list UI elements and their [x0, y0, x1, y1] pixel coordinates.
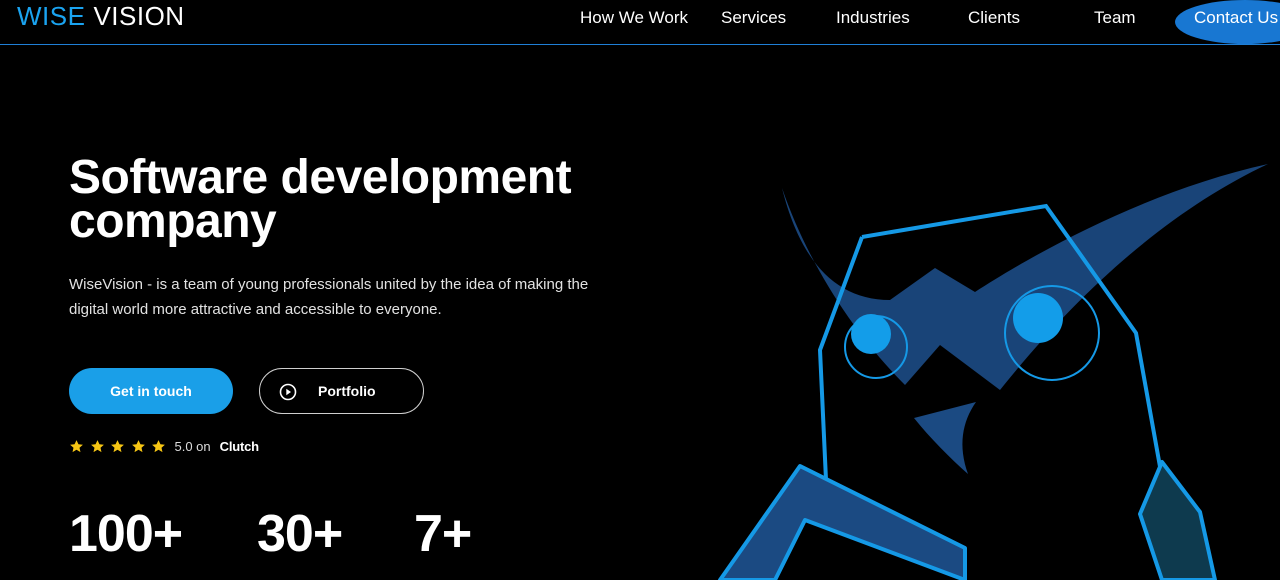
stat-clients: 30+ [257, 505, 343, 563]
hero-title-line1: Software development [69, 151, 572, 204]
stat-years: 7+ [414, 505, 472, 563]
nav-clients[interactable]: Clients [968, 8, 1020, 28]
nav-team[interactable]: Team [1094, 8, 1136, 28]
play-circle-icon [279, 383, 297, 401]
owl-right-eye [1013, 293, 1063, 343]
star-icon [152, 439, 165, 452]
site-header: WISE VISION How We Work Services Industr… [0, 0, 1280, 45]
nav-services[interactable]: Services [721, 8, 786, 28]
hero-subtitle: WiseVision - is a team of young professi… [69, 276, 589, 318]
owl-left-wing [718, 464, 967, 580]
owl-beak [914, 402, 976, 474]
star-icon [90, 439, 104, 452]
star-icon [70, 439, 83, 452]
logo-vision: VISION [93, 0, 185, 31]
clutch-rating: 5.0 on Clutch [69, 437, 259, 455]
contact-us-label: Contact Us [1194, 8, 1279, 27]
owl-left-eye [851, 314, 891, 354]
logo-wise: WISE [17, 0, 86, 31]
get-in-touch-button[interactable]: Get in touch [69, 368, 233, 414]
portfolio-label: Portfolio [318, 383, 376, 399]
clutch-link[interactable]: Clutch [220, 439, 259, 454]
portfolio-button[interactable]: Portfolio [259, 368, 424, 414]
logo[interactable]: WISE VISION [17, 0, 185, 31]
contact-us-button[interactable]: Contact Us [1175, 0, 1280, 44]
star-icon [111, 439, 124, 452]
stat-projects: 100+ [69, 505, 183, 563]
star-icon [131, 439, 145, 452]
owl-right-wing [1138, 460, 1217, 580]
nav-industries[interactable]: Industries [836, 8, 910, 28]
owl-illustration [718, 164, 1268, 580]
nav-how-we-work[interactable]: How We Work [580, 8, 688, 28]
hero-title-line2: company [69, 195, 277, 248]
rating-value: 5.0 on [174, 438, 211, 454]
owl-head-outline-left [817, 236, 864, 481]
owl-brow-shape [782, 164, 1268, 390]
hero-title: Software development company [69, 151, 572, 248]
